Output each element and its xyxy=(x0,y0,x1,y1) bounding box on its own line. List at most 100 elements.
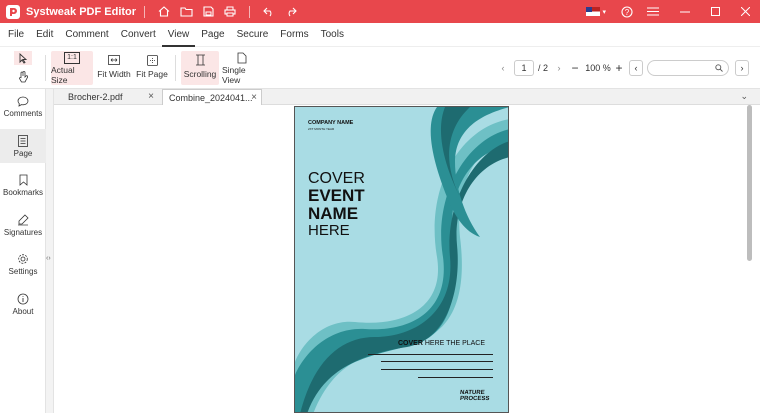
single-view-label: Single View xyxy=(222,65,246,85)
menu-bar: File Edit Comment Convert View Page Secure Form… xyxy=(0,23,760,47)
scrolling-label: Scrolling xyxy=(183,69,217,79)
maximize-icon[interactable] xyxy=(704,2,726,22)
title-bar: Systweak PDF Editor ▾ ? xyxy=(0,0,760,23)
open-folder-icon[interactable] xyxy=(175,2,197,22)
pdf-page: COMPANY NAME 2XT MONTH YEAR COVER EVENT … xyxy=(294,106,509,413)
left-sidebar: Comments Page Bookmarks Signatures Setti… xyxy=(0,89,46,413)
menu-item-convert[interactable]: Convert xyxy=(115,23,162,47)
app-title: Systweak PDF Editor xyxy=(26,5,137,18)
menu-item-comment[interactable]: Comment xyxy=(59,23,114,47)
tab-label: Brocher-2.pdf xyxy=(68,92,123,102)
home-icon[interactable] xyxy=(153,2,175,22)
search-previous-button[interactable]: ‹ xyxy=(629,60,644,76)
fit-width-button[interactable]: Fit Width xyxy=(96,51,132,85)
tab-combine[interactable]: Combine_2024041... × xyxy=(162,89,262,105)
tabs-overflow-chevron-icon[interactable]: ⌄ xyxy=(740,91,748,102)
menu-item-page[interactable]: Page xyxy=(195,23,230,47)
sidebar-item-signatures[interactable]: Signatures xyxy=(0,212,46,245)
next-page-icon[interactable]: › xyxy=(552,63,566,73)
document-tabs: Brocher-2.pdf × Combine_2024041... × ⌄ xyxy=(54,89,760,105)
close-tab-icon[interactable]: × xyxy=(148,91,154,102)
app-logo-icon xyxy=(6,4,20,19)
bookmark-icon xyxy=(19,172,28,188)
here-heading: HERE xyxy=(308,222,350,239)
fit-width-label: Fit Width xyxy=(97,69,131,79)
single-page-icon xyxy=(237,51,247,65)
menu-item-secure[interactable]: Secure xyxy=(231,23,275,47)
sidebar-item-label: About xyxy=(12,307,34,316)
cover-place-line: COVER HERE THE PLACE xyxy=(398,340,485,347)
comment-icon xyxy=(17,93,29,109)
actual-size-button[interactable]: 1:1 Actual Size xyxy=(51,51,93,85)
cover-heading: COVER xyxy=(308,170,365,187)
signature-icon xyxy=(17,212,29,228)
page-navigator: ‹ 1 / 2 › − 100 % + ‹ › xyxy=(496,60,750,76)
rule-line xyxy=(368,354,493,355)
cursor-arrow-icon xyxy=(14,51,32,65)
page-icon xyxy=(18,133,28,149)
actual-size-icon: 1:1 xyxy=(64,51,80,65)
fit-page-button[interactable]: Fit Page xyxy=(136,51,168,85)
tab-label: Combine_2024041... xyxy=(169,92,253,103)
sidebar-item-settings[interactable]: Settings xyxy=(0,251,46,284)
sidebar-item-label: Bookmarks xyxy=(2,188,43,197)
tab-brocher[interactable]: Brocher-2.pdf × xyxy=(62,89,158,105)
previous-page-icon[interactable]: ‹ xyxy=(496,63,510,73)
name-heading: NAME xyxy=(308,204,359,223)
menu-item-forms[interactable]: Forms xyxy=(274,23,314,47)
cover-rest: HERE THE PLACE xyxy=(424,340,486,347)
minimize-icon[interactable] xyxy=(674,2,696,22)
menu-item-file[interactable]: File xyxy=(2,23,30,47)
chevron-down-icon[interactable]: ▾ xyxy=(602,8,606,16)
sidebar-item-label: Comments xyxy=(3,109,43,118)
sidebar-item-bookmarks[interactable]: Bookmarks xyxy=(0,172,46,205)
sidebar-item-about[interactable]: About xyxy=(0,291,46,324)
toolbar-separator xyxy=(45,55,46,81)
scrolling-icon xyxy=(195,51,206,69)
rule-line xyxy=(381,369,493,370)
company-name: COMPANY NAME xyxy=(308,120,354,126)
print-icon[interactable] xyxy=(219,2,241,22)
fit-width-icon xyxy=(108,51,120,69)
zoom-level[interactable]: 100 % xyxy=(584,60,613,76)
title-separator xyxy=(249,5,251,18)
actual-size-label: Actual Size xyxy=(51,65,75,85)
undo-icon[interactable] xyxy=(258,2,280,22)
zoom-in-icon[interactable]: + xyxy=(612,61,626,75)
info-icon xyxy=(17,291,29,307)
save-icon[interactable] xyxy=(197,2,219,22)
svg-text:?: ? xyxy=(625,8,630,17)
rule-line xyxy=(381,361,493,362)
view-toolbar: 1:1 Actual Size Fit Width Fit Page Scrol… xyxy=(0,47,760,89)
menu-item-edit[interactable]: Edit xyxy=(30,23,59,47)
page-total: / 2 xyxy=(538,63,549,73)
hand-tool-button[interactable] xyxy=(13,69,33,85)
search-input[interactable] xyxy=(647,60,730,76)
fit-page-icon xyxy=(146,51,158,69)
hamburger-menu-icon[interactable] xyxy=(642,2,664,22)
redo-icon[interactable] xyxy=(280,2,302,22)
menu-item-tools[interactable]: Tools xyxy=(315,23,350,47)
sidebar-splitter[interactable]: ‹› xyxy=(46,89,54,413)
menu-item-view[interactable]: View xyxy=(161,23,196,47)
language-flag-icon[interactable] xyxy=(586,7,601,16)
zoom-out-icon[interactable]: − xyxy=(568,61,582,75)
event-heading: EVENT xyxy=(308,186,365,205)
scrolling-button[interactable]: Scrolling xyxy=(181,51,219,85)
vertical-scrollbar[interactable] xyxy=(747,105,752,261)
wave-graphic xyxy=(295,107,508,412)
sidebar-item-page[interactable]: Page xyxy=(0,129,46,163)
sidebar-item-comments[interactable]: Comments xyxy=(0,93,46,126)
help-icon[interactable]: ? xyxy=(616,2,638,22)
hand-icon xyxy=(18,69,28,85)
sidebar-item-label: Page xyxy=(13,149,33,158)
sidebar-item-label: Settings xyxy=(8,267,38,276)
close-tab-icon[interactable]: × xyxy=(251,92,257,103)
rule-line xyxy=(418,377,493,378)
search-next-button[interactable]: › xyxy=(735,60,750,76)
logo-line-2: PROCESS xyxy=(459,396,490,402)
single-view-button[interactable]: Single View xyxy=(222,51,262,85)
resize-arrows-icon[interactable]: ‹› xyxy=(46,255,51,262)
page-number-input[interactable]: 1 xyxy=(514,60,534,76)
close-icon[interactable] xyxy=(734,2,756,22)
